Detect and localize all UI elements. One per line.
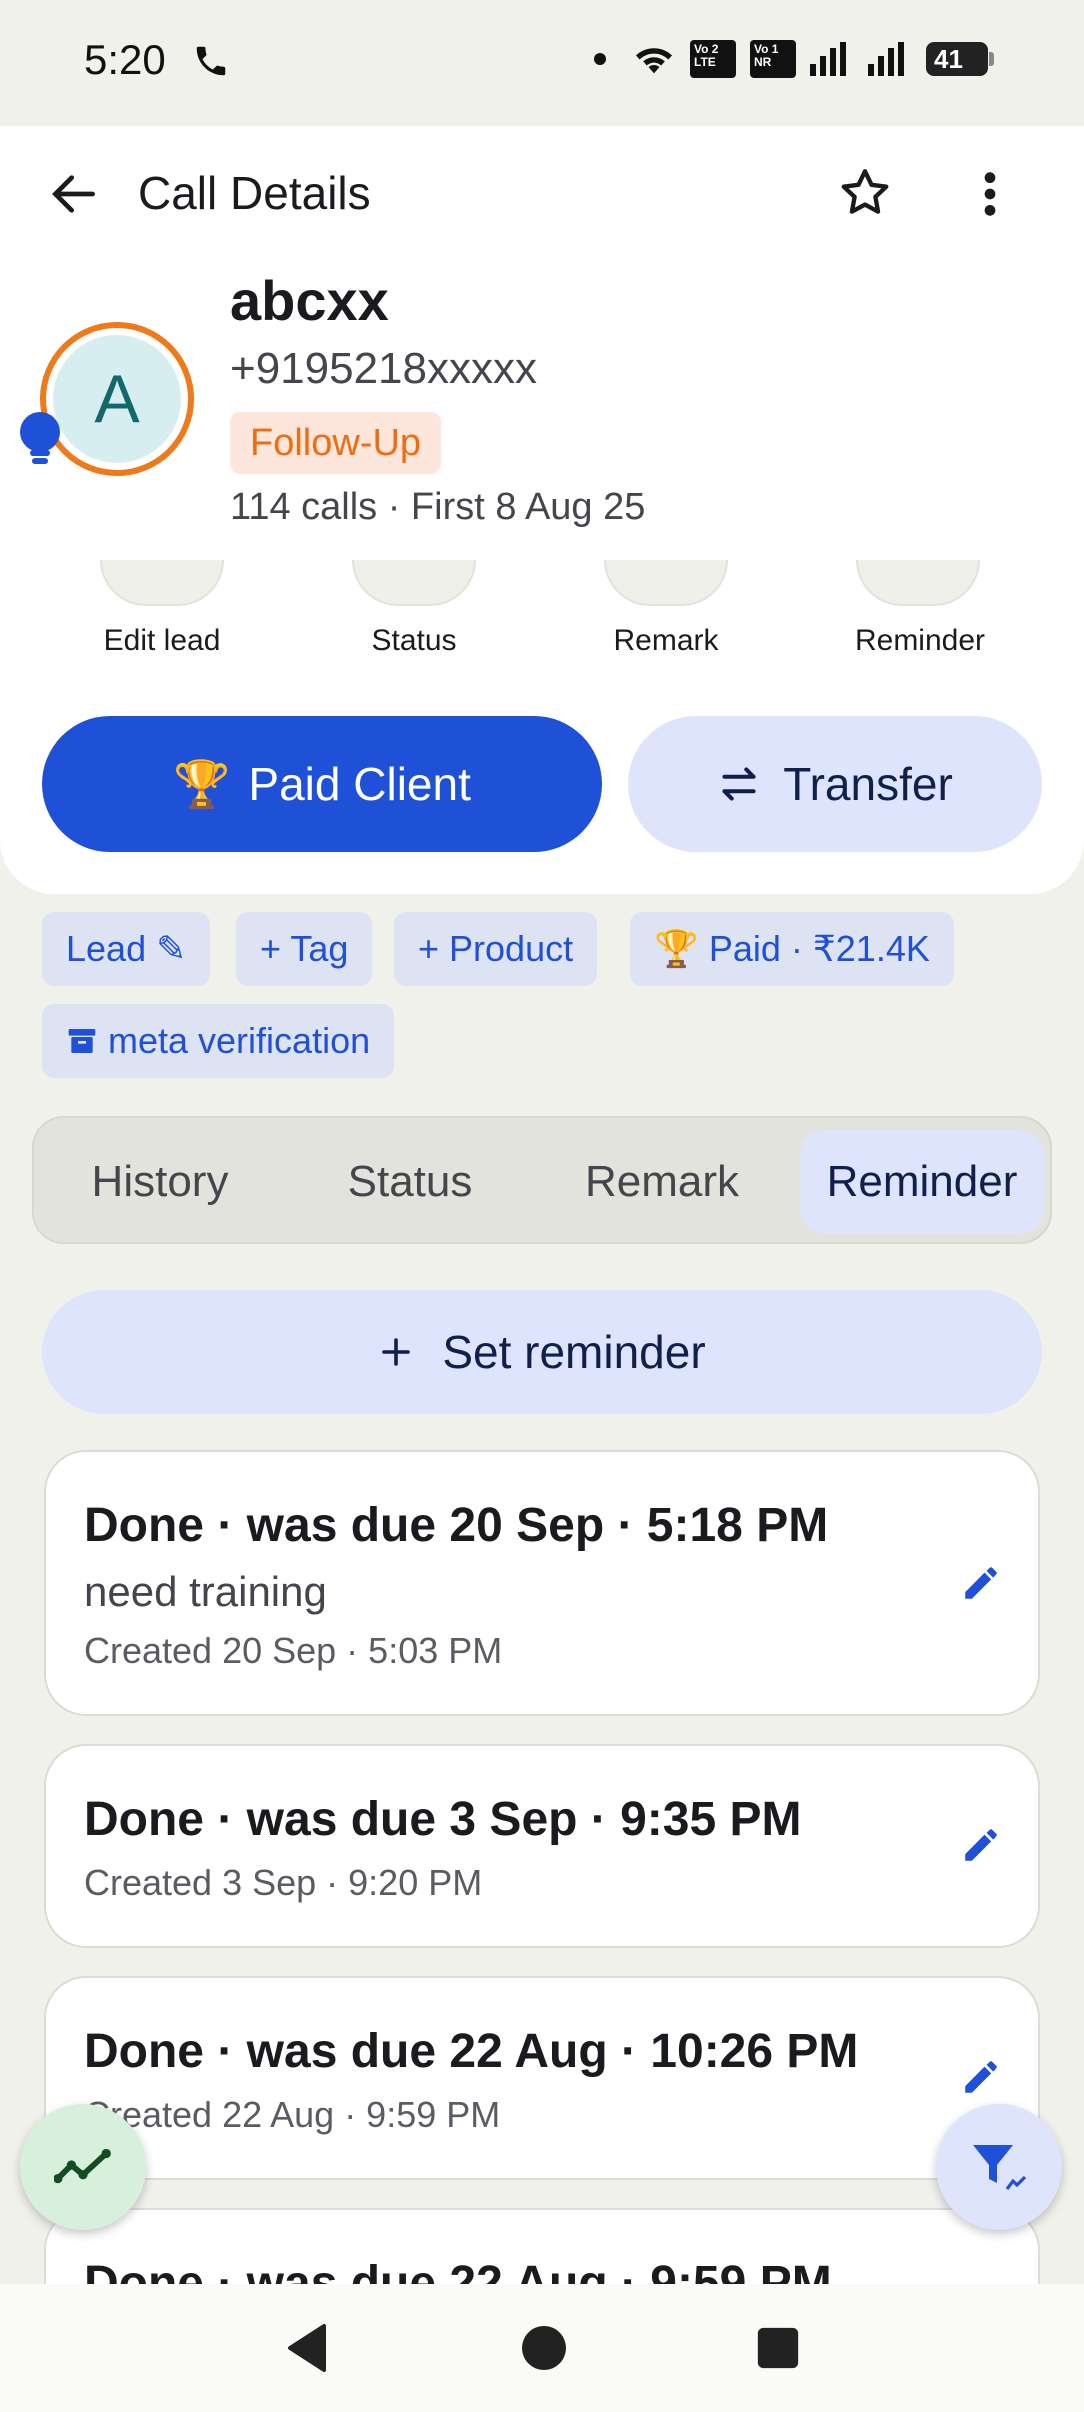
tab-remark[interactable]: Remark (548, 1130, 776, 1234)
edit-pencil-icon[interactable] (960, 1824, 1002, 1871)
filter-fab[interactable] (936, 2104, 1062, 2230)
add-product-chip[interactable]: + Product (394, 912, 598, 986)
nav-recents-icon[interactable] (756, 2326, 800, 2370)
reminder-title: Done · was due 3 Sep · 9:35 PM (84, 1793, 802, 1846)
analytics-fab[interactable] (20, 2104, 146, 2230)
page-title: Call Details (138, 167, 371, 219)
status-action[interactable]: Status (304, 624, 524, 658)
reminder-title: Done · was due 20 Sep · 5:18 PM (84, 1499, 829, 1552)
filter-icon (973, 2145, 1027, 2190)
lead-chip[interactable]: Lead ✎ (42, 912, 211, 986)
archive-icon (68, 1029, 96, 1053)
edit-lead-action[interactable]: Edit lead (52, 624, 272, 658)
edit-pencil-icon[interactable] (960, 2056, 1002, 2103)
set-reminder-label: Set reminder (442, 1326, 706, 1378)
star-icon[interactable] (836, 164, 894, 227)
status-time: 5:20 (84, 36, 166, 83)
add-tag-chip[interactable]: + Tag (236, 912, 373, 986)
meta-verification-label: meta verification (108, 1020, 371, 1061)
status-icons: Vo 2 LTE Vo 1 NR 41 (594, 40, 994, 78)
battery-icon: 41 (926, 42, 994, 76)
lightbulb-icon (18, 412, 62, 473)
reminder-created: Created 3 Sep · 9:20 PM (84, 1862, 483, 1903)
calls-summary: 114 calls · First 8 Aug 25 (230, 486, 646, 528)
nav-back-icon[interactable] (284, 2322, 332, 2374)
paid-client-button[interactable]: 🏆 Paid Client (42, 716, 602, 852)
reminder-card[interactable]: Done · was due 3 Sep · 9:35 PM Created 3… (44, 1744, 1040, 1948)
transfer-button[interactable]: Transfer (628, 716, 1042, 852)
tab-status[interactable]: Status (296, 1130, 524, 1234)
reminder-title: Done · was due 22 Aug · 10:26 PM (84, 2025, 859, 2078)
vonr-icon: Vo 1 NR (750, 40, 796, 78)
reminder-created: Created 22 Aug · 9:59 PM (84, 2094, 501, 2135)
reminder-card[interactable]: Done · was due 20 Sep · 5:18 PM need tra… (44, 1450, 1040, 1716)
signal-icon (810, 42, 846, 76)
reminder-created: Created 20 Sep · 5:03 PM (84, 1630, 503, 1671)
plus-icon (382, 1338, 411, 1366)
reminder-note: need training (84, 1568, 327, 1615)
status-badge: Follow-Up (230, 412, 442, 474)
nav-home-icon[interactable] (520, 2324, 568, 2372)
notification-dot-icon (594, 53, 606, 65)
contact-name: abcxx (230, 269, 389, 332)
wifi-icon (636, 48, 672, 74)
avatar-letter: A (53, 335, 181, 463)
tab-bar: History Status Remark Reminder (32, 1116, 1052, 1244)
paid-client-label: Paid Client (248, 758, 471, 810)
trophy-icon: 🏆 (173, 757, 231, 810)
tab-history[interactable]: History (46, 1130, 274, 1234)
transfer-arrows-icon (722, 767, 756, 801)
avatar: A (40, 322, 194, 476)
set-reminder-button[interactable]: Set reminder (42, 1290, 1042, 1414)
remark-action[interactable]: Remark (556, 624, 776, 658)
edit-pencil-icon[interactable] (960, 1562, 1002, 1609)
signal-icon-2 (868, 42, 904, 76)
meta-verification-chip[interactable]: meta verification (42, 1004, 395, 1078)
transfer-label: Transfer (783, 758, 953, 810)
reminder-card[interactable]: Done · was due 22 Aug · 10:26 PM Created… (44, 1976, 1040, 2180)
paid-amount-chip[interactable]: 🏆 Paid · ₹21.4K (630, 912, 954, 986)
more-options-icon[interactable] (970, 166, 1010, 227)
trending-up-icon (54, 2148, 111, 2184)
back-arrow-icon[interactable] (46, 166, 102, 227)
volte-icon: Vo 2 LTE (690, 40, 736, 78)
system-nav-bar (0, 2284, 1084, 2412)
call-active-icon (192, 42, 230, 85)
contact-phone: +9195218xxxxx (230, 344, 537, 393)
tab-reminder[interactable]: Reminder (800, 1130, 1044, 1234)
reminder-action[interactable]: Reminder (810, 624, 1030, 658)
